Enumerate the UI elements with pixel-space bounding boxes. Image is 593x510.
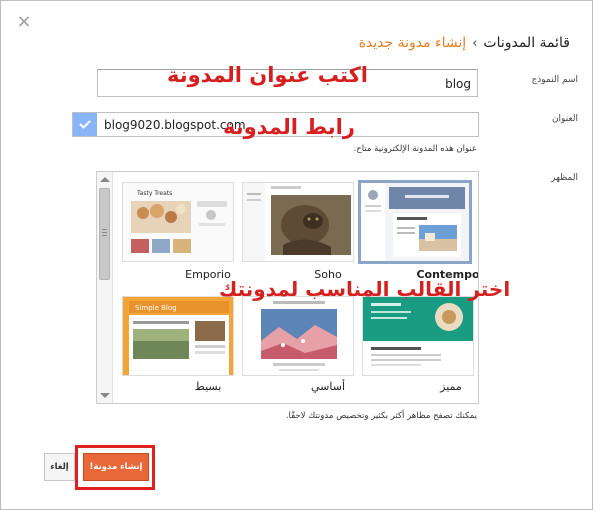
theme-name-notable: مميز bbox=[440, 380, 462, 393]
theme-thumb-contempo[interactable] bbox=[358, 180, 472, 264]
theme-thumb-emporio[interactable]: Tasty Treats bbox=[122, 182, 234, 262]
theme-name-simple: بسيط bbox=[194, 380, 222, 393]
scrollbar-thumb[interactable] bbox=[99, 188, 110, 280]
create-button-highlight bbox=[75, 445, 155, 490]
theme-gallery-scrollbar[interactable] bbox=[97, 172, 113, 403]
simple-blog-text: Simple Blog bbox=[135, 304, 177, 312]
annotation-title-hint: اكتب عنوان المدونة bbox=[167, 63, 369, 87]
theme-name-basic: أساسي bbox=[310, 380, 345, 393]
tasty-treats-text: Tasty Treats bbox=[136, 190, 172, 197]
annotation-theme-hint: اختر القالب المناسب لمدونتك bbox=[219, 277, 511, 301]
scroll-down-arrow-icon[interactable] bbox=[100, 393, 110, 398]
theme-thumb-basic[interactable] bbox=[242, 296, 354, 376]
available-check-icon bbox=[73, 113, 97, 136]
themes-browse-hint: يمكنك تصفح مظاهر أكثر بكثير وتخصيص مدونت… bbox=[285, 411, 477, 421]
theme-label: المظهر bbox=[551, 173, 578, 183]
close-icon[interactable]: × bbox=[15, 13, 33, 31]
theme-thumb-notable[interactable] bbox=[362, 296, 474, 376]
scroll-up-arrow-icon[interactable] bbox=[100, 177, 110, 182]
breadcrumb-new-blog: إنشاء مدونة جديدة bbox=[358, 35, 467, 51]
breadcrumb-blog-list[interactable]: قائمة المدونات bbox=[483, 35, 570, 51]
chevron-icon: › bbox=[472, 36, 478, 51]
breadcrumb: قائمة المدونات › إنشاء مدونة جديدة bbox=[359, 35, 570, 51]
annotation-url-hint: رابط المدونة bbox=[223, 115, 355, 139]
theme-thumb-soho[interactable] bbox=[242, 182, 354, 262]
title-label: اسم النموذج bbox=[531, 75, 578, 85]
create-blog-dialog: × قائمة المدونات › إنشاء مدونة جديدة اسم ا… bbox=[0, 0, 593, 510]
cancel-button[interactable]: إلغاء bbox=[44, 453, 75, 481]
theme-thumb-simple[interactable]: Simple Blog bbox=[122, 296, 234, 376]
title-input-value: blog bbox=[445, 77, 471, 91]
address-available-hint: عنوان هذه المدونة الإلكترونية متاح. bbox=[353, 144, 477, 154]
address-label: العنوان bbox=[551, 114, 578, 124]
